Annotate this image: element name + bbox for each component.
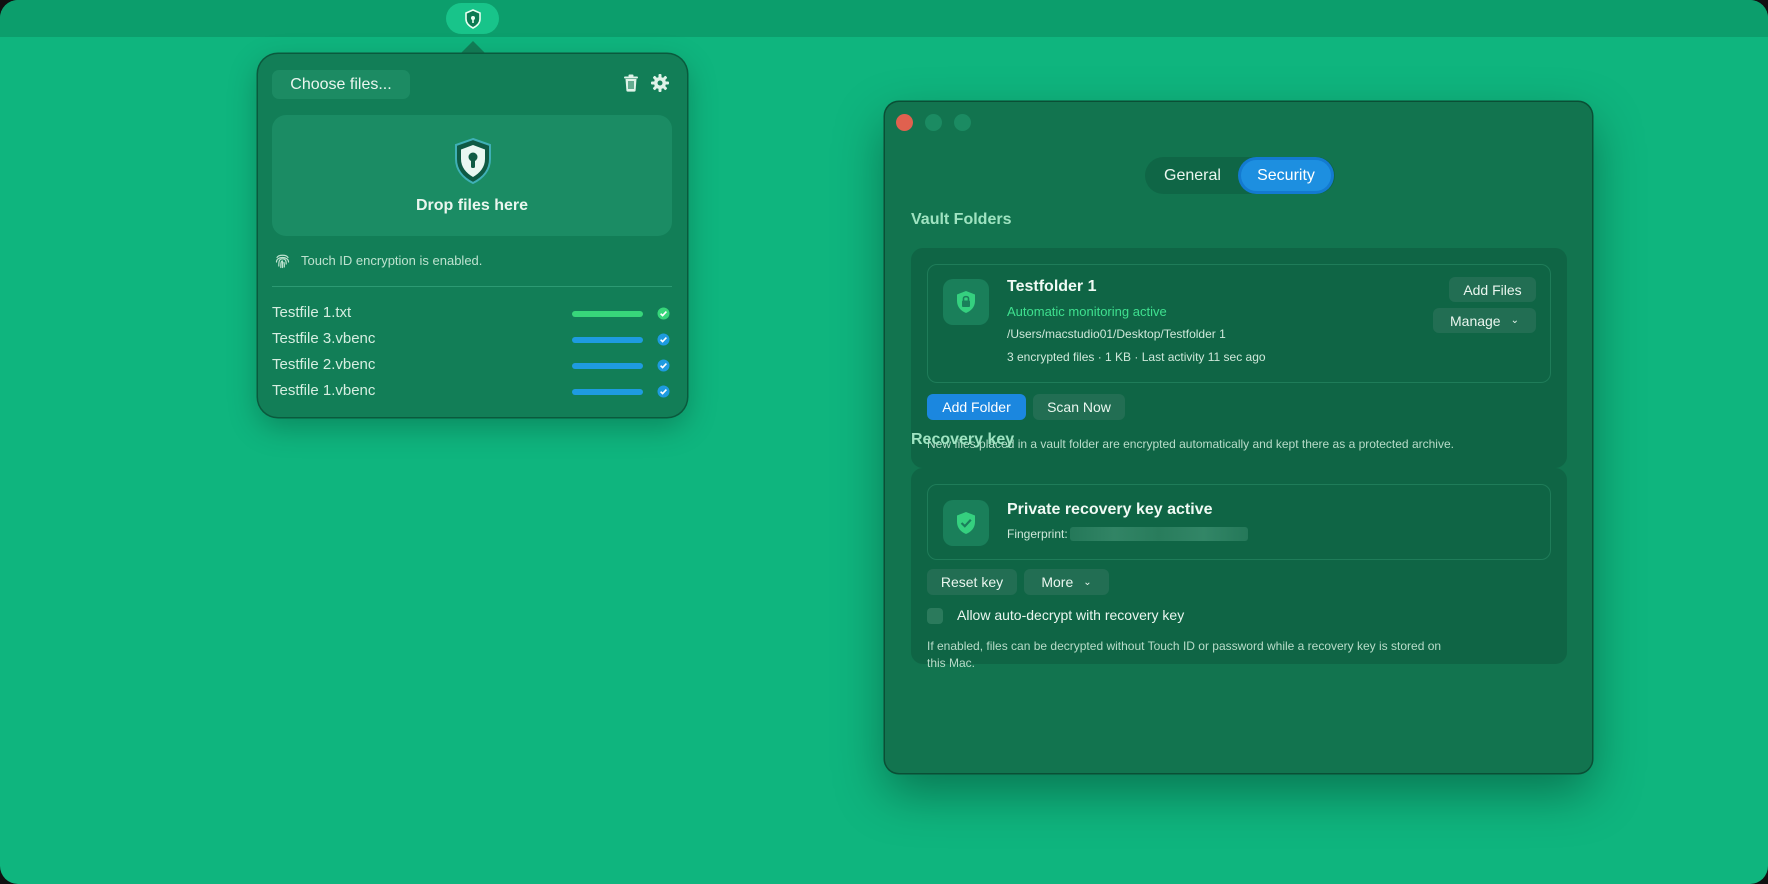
fingerprint-label: Fingerprint:: [1007, 527, 1068, 541]
file-row[interactable]: Testfile 1.vbenc: [272, 382, 672, 402]
menu-bar: [0, 0, 1768, 37]
recovery-key-item: Private recovery key active Fingerprint:: [927, 484, 1551, 560]
fingerprint-row: Fingerprint:: [1007, 527, 1248, 541]
add-folder-button[interactable]: Add Folder: [927, 394, 1026, 420]
divider: [272, 286, 672, 287]
window-minimize-button[interactable]: [925, 114, 942, 131]
file-row[interactable]: Testfile 1.txt: [272, 304, 672, 324]
trash-icon[interactable]: [623, 74, 639, 92]
more-label: More: [1041, 574, 1074, 590]
chevron-down-icon: ⌄: [1083, 576, 1092, 588]
recovery-key-status: Private recovery key active: [1007, 501, 1213, 518]
auto-decrypt-checkbox[interactable]: [927, 608, 943, 624]
chevron-down-icon: ⌄: [1510, 315, 1519, 326]
vault-folder-stats: 3 encrypted files · 1 KB · Last activity…: [1007, 350, 1266, 364]
gear-icon[interactable]: [651, 74, 669, 92]
desktop: Choose files... Drop files here Touch ID…: [0, 0, 1768, 884]
reset-key-button[interactable]: Reset key: [927, 569, 1017, 595]
progress-bar: [572, 389, 643, 395]
drop-files-label: Drop files here: [415, 197, 529, 214]
window-zoom-button[interactable]: [954, 114, 971, 131]
menubar-app-button[interactable]: [446, 3, 499, 34]
recovery-key-card: Private recovery key active Fingerprint:…: [911, 468, 1567, 670]
monitoring-status: Automatic monitoring active: [1007, 304, 1167, 319]
choose-files-button[interactable]: Choose files...: [272, 70, 410, 99]
fingerprint-value-redacted: [1069, 527, 1248, 541]
shield-lock-icon: [957, 291, 975, 313]
menubar-popover: Choose files... Drop files here Touch ID…: [258, 54, 687, 417]
popover-arrow: [459, 41, 487, 55]
checkmark-circle-icon: [657, 333, 670, 346]
touchid-status-text: Touch ID encryption is enabled.: [301, 252, 483, 268]
more-dropdown[interactable]: More ⌄: [1024, 569, 1109, 595]
file-row[interactable]: Testfile 2.vbenc: [272, 356, 672, 376]
vault-folders-heading: Vault Folders: [911, 211, 1012, 228]
shield-keyhole-icon: [464, 8, 481, 29]
recovery-icon-tile: [943, 500, 989, 546]
checkmark-circle-icon: [657, 385, 670, 398]
vault-folder-name: Testfolder 1: [1007, 278, 1097, 295]
fingerprint-icon: [275, 254, 290, 268]
window-close-button[interactable]: [896, 114, 913, 131]
file-name: Testfile 1.vbenc: [272, 382, 376, 399]
scan-now-button[interactable]: Scan Now: [1033, 394, 1125, 420]
shield-lock-icon: [455, 137, 491, 185]
file-name: Testfile 1.txt: [272, 304, 352, 321]
file-name: Testfile 2.vbenc: [272, 356, 376, 373]
file-name: Testfile 3.vbenc: [272, 330, 376, 347]
recovery-note-line: this Mac.: [927, 656, 976, 670]
recovery-note: If enabled, files can be decrypted witho…: [927, 638, 1441, 672]
checkmark-circle-icon: [657, 359, 670, 372]
tab-security[interactable]: Security: [1241, 160, 1331, 191]
vault-folder-item: Testfolder 1 Automatic monitoring active…: [927, 264, 1551, 383]
folder-icon-tile: [943, 279, 989, 325]
add-files-button[interactable]: Add Files: [1449, 277, 1536, 302]
file-row[interactable]: Testfile 3.vbenc: [272, 330, 672, 350]
touchid-status-row: Touch ID encryption is enabled.: [274, 250, 482, 270]
progress-bar: [572, 337, 643, 343]
progress-bar: [572, 363, 643, 369]
recovery-key-heading: Recovery key: [911, 431, 1015, 448]
checkmark-circle-icon: [657, 307, 670, 320]
drop-zone[interactable]: Drop files here: [272, 115, 672, 236]
auto-decrypt-label[interactable]: Allow auto-decrypt with recovery key: [957, 607, 1184, 623]
shield-check-icon: [957, 512, 975, 534]
tab-general[interactable]: General: [1145, 157, 1240, 194]
manage-dropdown[interactable]: Manage ⌄: [1433, 308, 1536, 333]
settings-window: General Security Vault Folders Testfolde…: [885, 102, 1592, 773]
recovery-note-line: If enabled, files can be decrypted witho…: [927, 639, 1442, 653]
manage-label: Manage: [1450, 312, 1501, 329]
vault-folder-path: /Users/macstudio01/Desktop/Testfolder 1: [1007, 327, 1226, 341]
settings-tab-bar: General Security: [1145, 157, 1335, 194]
progress-bar: [572, 311, 643, 317]
